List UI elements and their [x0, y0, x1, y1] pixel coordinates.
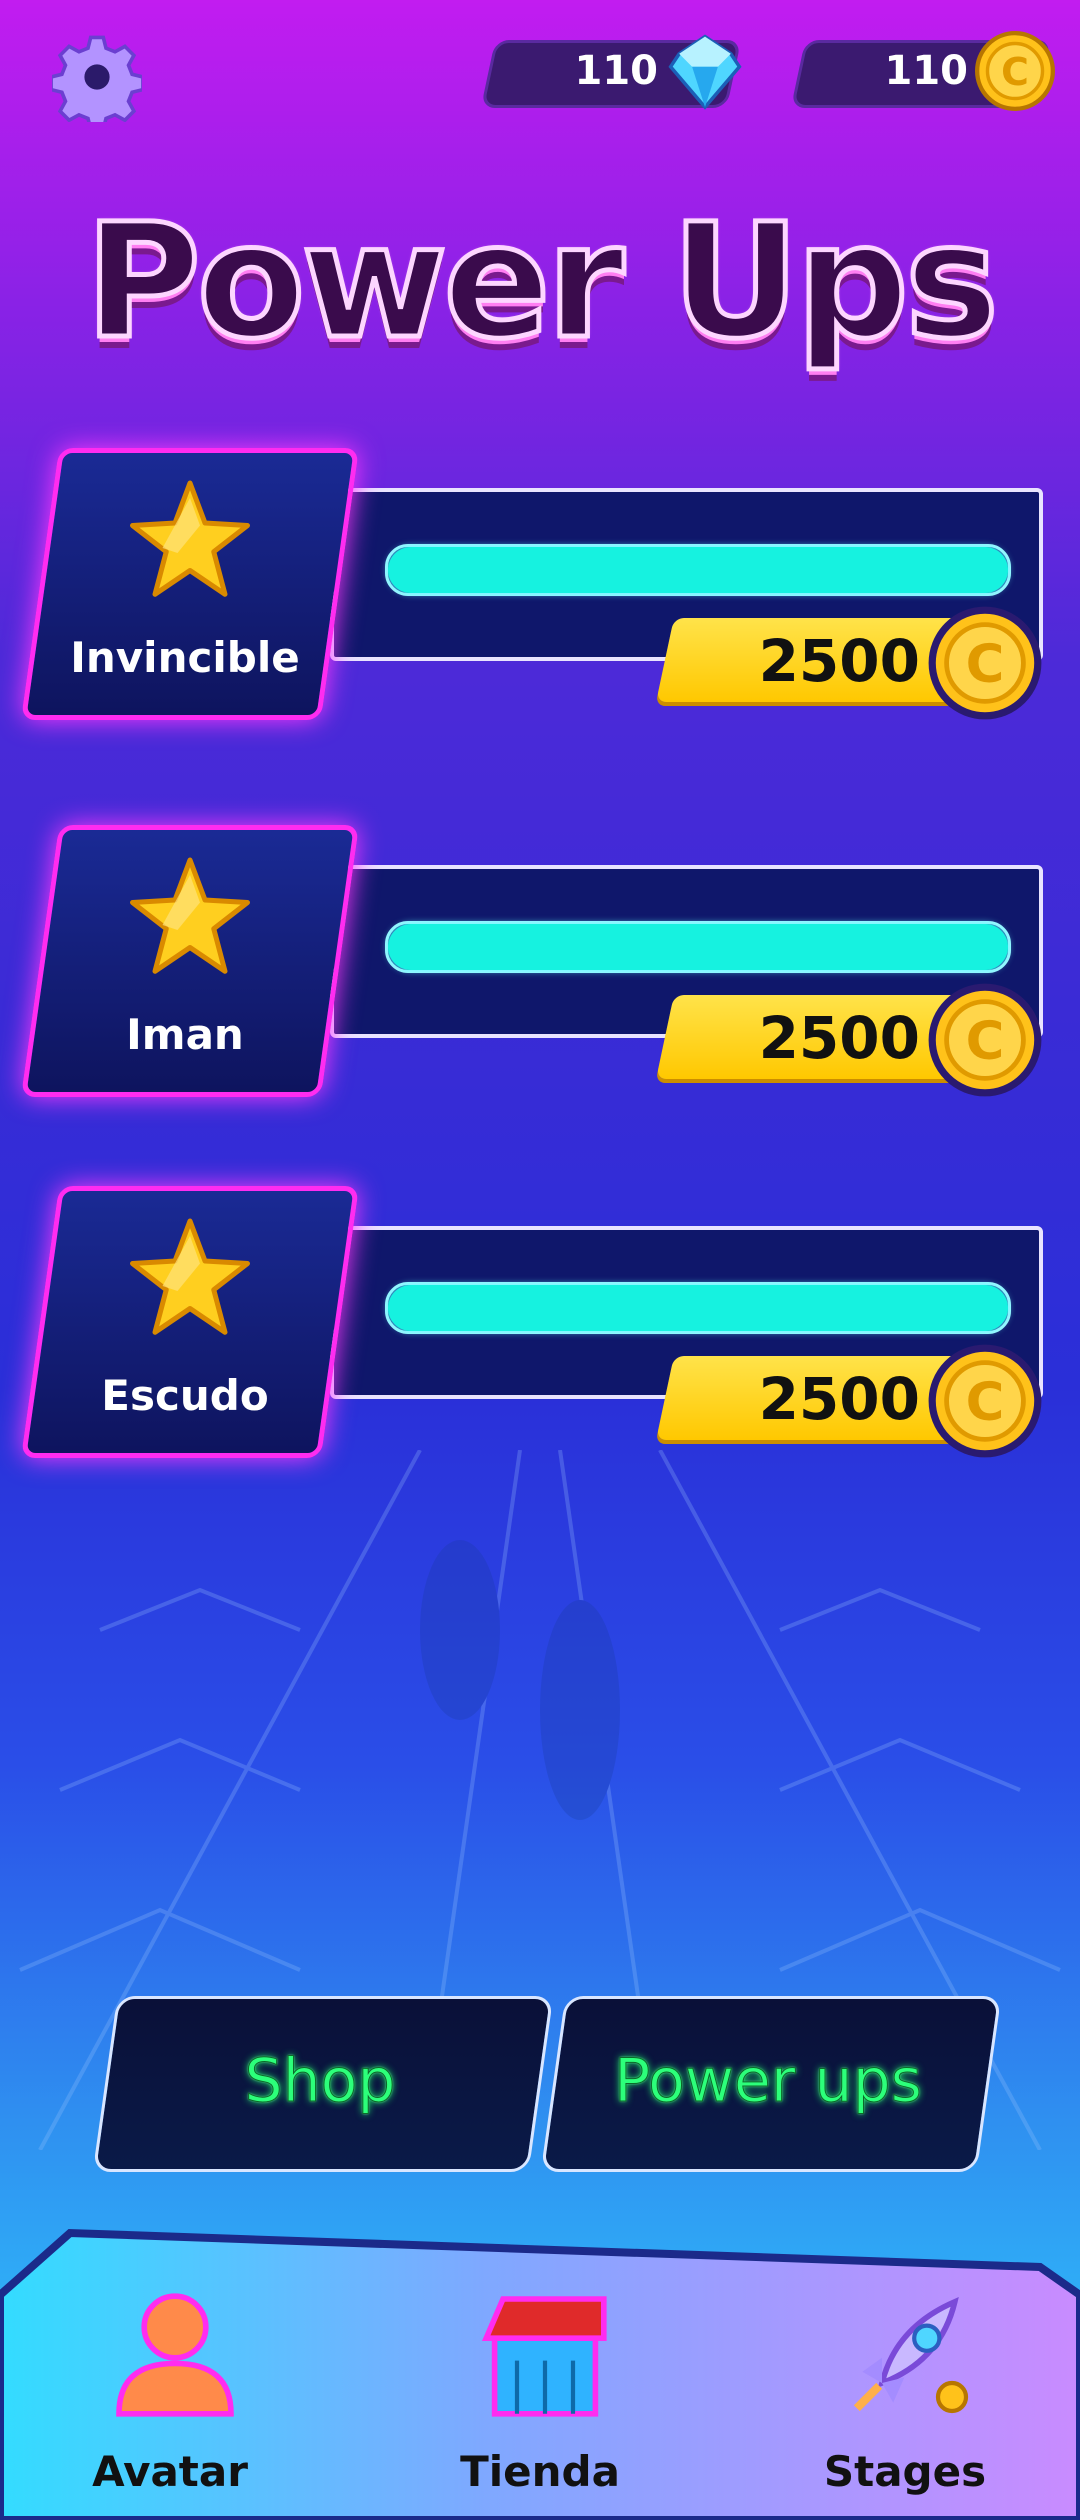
powerup-card-invincible: Invincible 2500 C	[0, 448, 1080, 728]
svg-text:C: C	[966, 1372, 1005, 1433]
progress-fill	[388, 547, 1008, 593]
powerup-price: 2500	[758, 1004, 920, 1072]
svg-text:C: C	[1001, 50, 1029, 94]
powerup-card-escudo: Escudo 2500 C	[0, 1186, 1080, 1466]
star-icon	[130, 480, 250, 597]
star-icon	[130, 1218, 250, 1335]
nav-item-avatar[interactable]: Avatar	[40, 2225, 300, 2520]
bottom-nav: Avatar Tienda Stages	[0, 2225, 1080, 2520]
coin-count: 110	[884, 48, 969, 94]
settings-gear-icon[interactable]	[52, 32, 142, 122]
power-ups-tab-button[interactable]: Power ups	[540, 1996, 1002, 2172]
powerup-name: Escudo	[101, 1371, 269, 1420]
nav-label: Avatar	[92, 2447, 248, 2496]
power-ups-tab-label: Power ups	[614, 2046, 923, 2117]
page-title: Power Ups	[83, 188, 1002, 377]
powerup-name: Iman	[126, 1010, 244, 1059]
coin-icon: C	[928, 983, 1042, 1097]
progress-fill	[388, 1285, 1008, 1331]
star-icon	[130, 857, 250, 974]
nav-label: Stages	[823, 2447, 987, 2496]
store-icon	[481, 2296, 607, 2417]
coin-counter: 110 C	[790, 31, 1055, 111]
avatar-icon	[116, 2293, 234, 2417]
diamond-icon	[668, 34, 742, 110]
gem-count: 110	[574, 48, 659, 94]
svg-text:C: C	[966, 634, 1005, 695]
powerup-card-iman: Iman 2500 C	[0, 825, 1080, 1105]
shop-tab-button[interactable]: Shop	[92, 1996, 554, 2172]
powerup-name: Invincible	[70, 633, 300, 682]
coin-icon: C	[975, 31, 1055, 111]
shop-tab-label: Shop	[244, 2046, 396, 2117]
nav-item-stages[interactable]: Stages	[775, 2225, 1035, 2520]
rocket-icon	[853, 2297, 969, 2414]
powerup-price: 2500	[758, 1365, 920, 1433]
svg-text:C: C	[966, 1011, 1005, 1072]
nav-item-tienda[interactable]: Tienda	[410, 2225, 670, 2520]
gem-counter: 110	[480, 34, 742, 110]
nav-label: Tienda	[460, 2447, 620, 2496]
progress-fill	[388, 924, 1008, 970]
coin-icon: C	[928, 606, 1042, 720]
powerup-price: 2500	[758, 627, 920, 695]
coin-icon: C	[928, 1344, 1042, 1458]
